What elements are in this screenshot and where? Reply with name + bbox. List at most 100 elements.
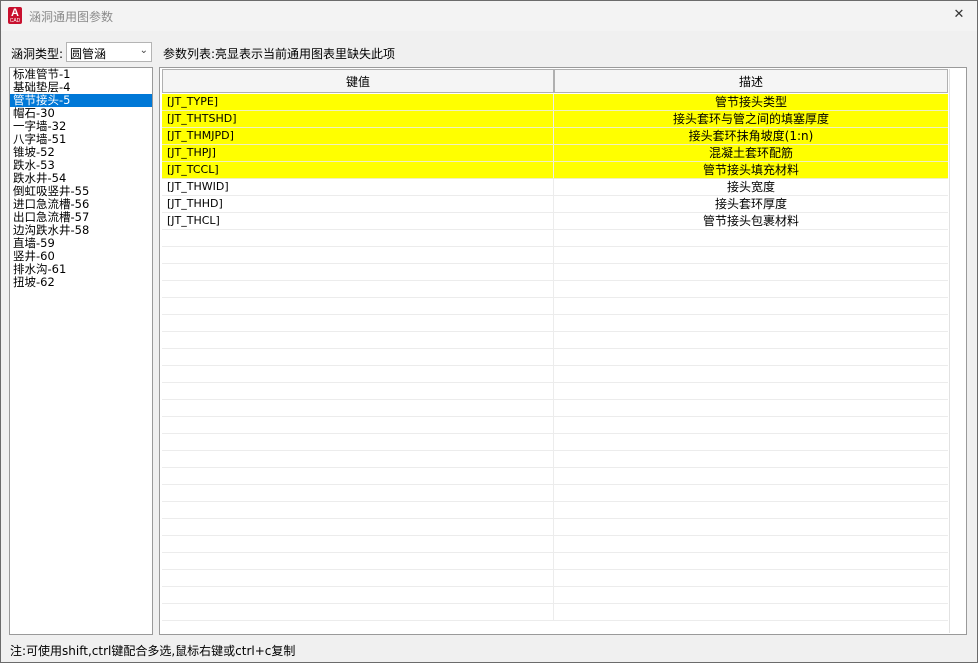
list-item[interactable]: 基础垫层-4 <box>10 81 152 94</box>
empty-table-row <box>162 570 948 587</box>
cell-description <box>554 587 948 603</box>
window-title: 涵洞通用图参数 <box>29 10 114 24</box>
cell-description: 管节接头包裹材料 <box>702 214 799 228</box>
cell-description <box>554 230 948 246</box>
cell-key: [JT_THHD] <box>162 196 554 212</box>
cell-key <box>162 536 554 552</box>
close-icon[interactable]: ✕ <box>947 4 971 26</box>
culvert-type-select[interactable]: 圆管涵 ⌄ <box>66 42 152 62</box>
cell-description <box>554 434 948 450</box>
cell-description <box>554 468 948 484</box>
cell-description <box>554 604 948 620</box>
cell-key <box>162 434 554 450</box>
table-row[interactable]: [JT_THHD] 接头套环厚度 <box>162 196 948 213</box>
table-row[interactable]: [JT_THCL] 管节接头包裹材料 <box>162 213 948 230</box>
cell-key <box>162 230 554 246</box>
cell-description: 接头套环与管之间的填塞厚度 <box>672 112 829 126</box>
list-item[interactable]: 帽石-30 <box>10 107 152 120</box>
list-item[interactable]: 直墙-59 <box>10 237 152 250</box>
cell-description <box>554 264 948 280</box>
app-icon: A CAD <box>8 7 22 24</box>
list-item[interactable]: 跌水-53 <box>10 159 152 172</box>
list-item[interactable]: 出口急流槽-57 <box>10 211 152 224</box>
list-item[interactable]: 边沟跌水井-58 <box>10 224 152 237</box>
cell-key <box>162 247 554 263</box>
empty-table-row <box>162 315 948 332</box>
table-row[interactable]: [JT_THTSHD] 接头套环与管之间的填塞厚度 <box>162 111 948 128</box>
empty-table-row <box>162 281 948 298</box>
empty-table-row <box>162 383 948 400</box>
empty-table-row <box>162 604 948 621</box>
empty-table-row <box>162 536 948 553</box>
cell-description <box>554 383 948 399</box>
table-row[interactable]: [JT_THMJPD] 接头套环抹角坡度(1:n) <box>162 128 948 145</box>
cell-description <box>554 502 948 518</box>
cell-key <box>162 315 554 331</box>
list-item[interactable]: 一字墙-32 <box>10 120 152 133</box>
app-icon-sub: CAD <box>9 18 21 24</box>
cell-description <box>554 417 948 433</box>
list-item[interactable]: 倒虹吸竖井-55 <box>10 185 152 198</box>
empty-table-row <box>162 332 948 349</box>
title-bar[interactable]: A CAD 涵洞通用图参数 ✕ <box>1 1 977 31</box>
empty-table-row <box>162 264 948 281</box>
cell-description <box>554 570 948 586</box>
empty-table-row <box>162 553 948 570</box>
list-item[interactable]: 锥坡-52 <box>10 146 152 159</box>
cell-description: 管节接头填充材料 <box>702 163 799 177</box>
empty-table-row <box>162 587 948 604</box>
list-item[interactable]: 竖井-60 <box>10 250 152 263</box>
list-item[interactable]: 八字墙-51 <box>10 133 152 146</box>
cell-description <box>554 451 948 467</box>
cell-description <box>554 366 948 382</box>
empty-table-row <box>162 468 948 485</box>
table-row[interactable]: [JT_THWID] 接头宽度 <box>162 179 948 196</box>
chevron-down-icon[interactable]: ⌄ <box>140 45 148 56</box>
empty-table-row <box>162 519 948 536</box>
empty-table-row <box>162 417 948 434</box>
empty-table-row <box>162 451 948 468</box>
column-header-key[interactable]: 键值 <box>162 69 554 93</box>
empty-table-row <box>162 247 948 264</box>
cell-description <box>554 485 948 501</box>
empty-table-row <box>162 502 948 519</box>
cell-description <box>554 553 948 569</box>
list-item[interactable]: 扭坡-62 <box>10 276 152 289</box>
component-listbox[interactable]: 标准管节-1 基础垫层-4 管节接头-5 帽石-30 一字墙-32 八字墙-51 锥坡-52… <box>9 67 153 635</box>
table-row[interactable]: [JT_TCCL] 管节接头填充材料 <box>162 162 948 179</box>
cell-key <box>162 383 554 399</box>
cell-description <box>554 332 948 348</box>
table-scroll-area[interactable] <box>949 69 966 633</box>
list-item[interactable]: 排水沟-61 <box>10 263 152 276</box>
cell-description <box>554 519 948 535</box>
list-item[interactable]: 跌水井-54 <box>10 172 152 185</box>
cell-key: [JT_THTSHD] <box>162 111 554 127</box>
empty-table-row <box>162 230 948 247</box>
footer-note: 注:可使用shift,ctrl键配合多选,鼠标右键或ctrl+c复制 <box>10 644 296 658</box>
list-item[interactable]: 管节接头-5 <box>10 94 152 107</box>
cell-description: 接头套环抹角坡度(1:n) <box>688 129 814 143</box>
table-row[interactable]: [JT_THPJ] 混凝土套环配筋 <box>162 145 948 162</box>
empty-table-row <box>162 349 948 366</box>
list-item[interactable]: 进口急流槽-56 <box>10 198 152 211</box>
cell-key <box>162 519 554 535</box>
param-table[interactable]: 键值 描述 [JT_TYPE] 管节接头类型 [JT_THTSHD] 接头套环与管之间… <box>159 67 967 635</box>
cell-key <box>162 400 554 416</box>
cell-key <box>162 366 554 382</box>
empty-table-row <box>162 485 948 502</box>
cell-description <box>554 349 948 365</box>
cell-description: 混凝土套环配筋 <box>708 146 793 160</box>
cell-key: [JT_TYPE] <box>162 94 554 110</box>
cell-description <box>554 281 948 297</box>
table-row[interactable]: [JT_TYPE] 管节接头类型 <box>162 94 948 111</box>
culvert-type-label: 涵洞类型: <box>11 47 64 61</box>
cell-key <box>162 587 554 603</box>
cell-key <box>162 332 554 348</box>
cell-description: 接头宽度 <box>726 180 775 194</box>
column-header-description[interactable]: 描述 <box>554 69 948 93</box>
list-item[interactable]: 标准管节-1 <box>10 68 152 81</box>
empty-table-row <box>162 434 948 451</box>
cell-description <box>554 247 948 263</box>
cell-description <box>554 536 948 552</box>
cell-key: [JT_THCL] <box>162 213 554 229</box>
